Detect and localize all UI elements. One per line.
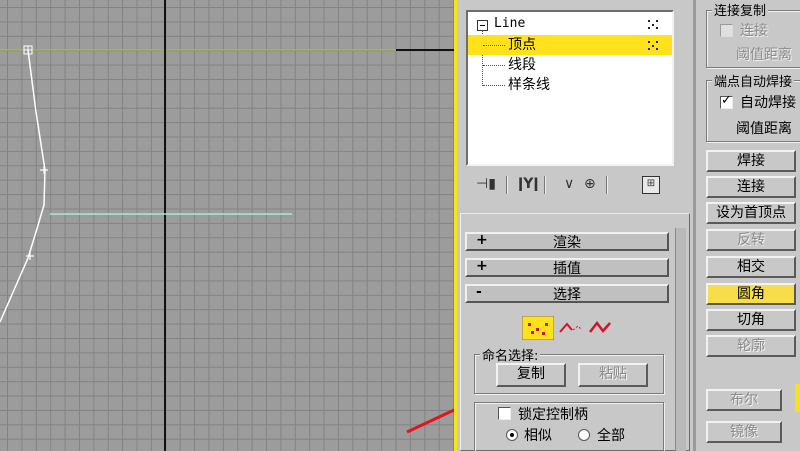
connect-label: 连接 [740, 23, 768, 39]
stack-item-spline-label: 样条线 [508, 77, 550, 93]
segment-mode-icon[interactable] [558, 318, 584, 338]
accent-strip [795, 384, 800, 412]
cross-insert-button[interactable]: 相交 [706, 256, 796, 278]
lock-handles-label: 锁定控制柄 [518, 407, 588, 423]
threshold-label: 阈值距离 [736, 47, 792, 63]
modifier-stack-list[interactable]: Line 顶点 线段 样条线 [466, 10, 674, 166]
viewport-canvas[interactable] [0, 0, 454, 451]
stack-root-label: Line [494, 16, 526, 31]
vertex-dots-icon [646, 18, 662, 30]
lock-handles-checkbox[interactable] [498, 407, 511, 420]
rollout-render[interactable]: + 渲染 [465, 232, 669, 251]
stack-toolbar: ⊣▮ ǀΥǀ ∨ ⊕ ⊞ [466, 172, 674, 200]
spline-mode-icon[interactable] [588, 318, 614, 338]
paste-button[interactable]: 粘贴 [578, 363, 648, 387]
pin-icon[interactable]: ⊣▮ [476, 176, 496, 192]
panel-scrollbar[interactable] [675, 228, 686, 451]
all-radio[interactable] [578, 429, 590, 441]
auto-weld-label: 自动焊接 [740, 95, 796, 111]
stack-item-vertex[interactable]: 顶点 [468, 35, 672, 55]
auto-weld-checkbox[interactable] [720, 93, 733, 109]
fillet-button[interactable]: 圆角 [706, 283, 796, 305]
connect-copy-title: 连接复制 [712, 0, 769, 19]
remove-modifier-icon[interactable]: ⊕ [584, 176, 596, 192]
copy-button[interactable]: 复制 [496, 363, 566, 387]
threshold-label-2: 阈值距离 [736, 121, 792, 137]
show-end-result-icon[interactable]: ǀΥǀ [518, 176, 539, 192]
outline-button[interactable]: 轮廓 [706, 335, 796, 357]
stack-item-segment-label: 线段 [508, 57, 536, 73]
rollout-selection-label: 选择 [553, 287, 581, 303]
mirror-button[interactable]: 镜像 [706, 421, 782, 443]
boolean-button[interactable]: 布尔 [706, 389, 782, 411]
viewport-top[interactable] [0, 0, 454, 451]
make-unique-icon[interactable]: ∨ [564, 176, 574, 192]
rollout-render-label: 渲染 [553, 235, 581, 251]
rollout-interpolation[interactable]: + 插值 [465, 258, 669, 277]
connect-button[interactable]: 连接 [706, 176, 796, 198]
stack-item-segment[interactable]: 线段 [468, 55, 672, 75]
vertex-mode-icon[interactable] [522, 316, 554, 340]
named-selections-title: 命名选择: [480, 345, 541, 364]
stack-item-line[interactable]: Line [468, 14, 672, 34]
make-first-button[interactable]: 设为首顶点 [706, 202, 796, 224]
reverse-button[interactable]: 反转 [706, 229, 796, 251]
stack-item-vertex-label: 顶点 [508, 37, 536, 53]
chamfer-button[interactable]: 切角 [706, 309, 796, 331]
weld-button[interactable]: 焊接 [706, 150, 796, 172]
stack-item-spline[interactable]: 样条线 [468, 75, 672, 95]
all-label: 全部 [597, 428, 625, 444]
end-point-weld-title: 端点自动焊接 [712, 71, 795, 90]
configure-icon[interactable]: ⊞ [642, 176, 660, 194]
similar-label: 相似 [524, 428, 552, 444]
rollout-interpolation-label: 插值 [553, 261, 581, 277]
annotation-arrow [406, 408, 454, 434]
similar-radio[interactable] [506, 429, 518, 441]
connect-checkbox[interactable] [720, 24, 733, 37]
spline-shape [0, 49, 46, 323]
vertex-dots-icon [646, 39, 662, 51]
rollout-selection[interactable]: - 选择 [465, 284, 669, 303]
